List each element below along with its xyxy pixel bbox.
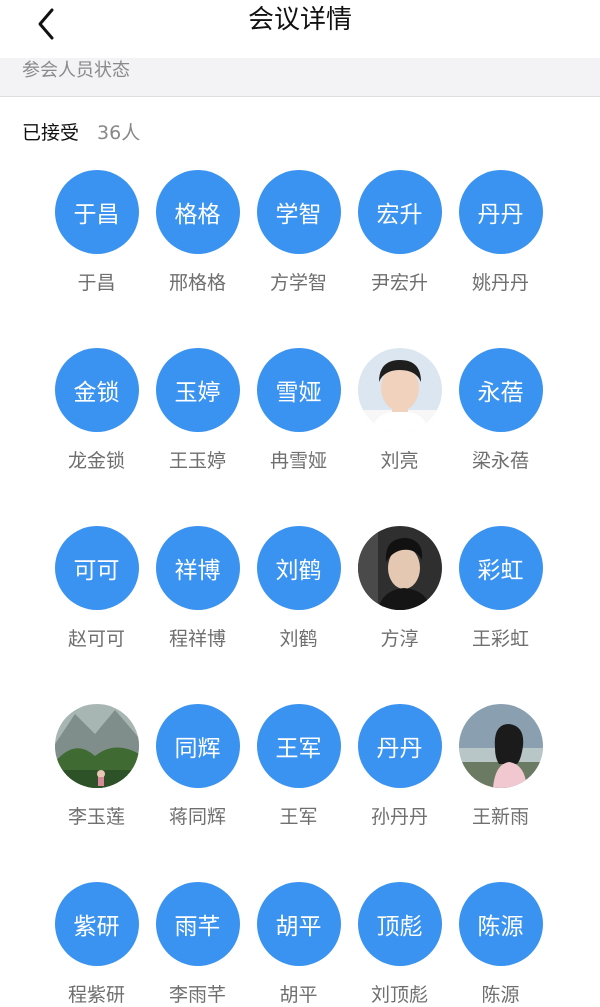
accepted-label: 已接受 bbox=[22, 122, 80, 144]
member-item[interactable]: 顶彪 刘顶彪 bbox=[349, 882, 450, 1007]
section-header: 参会人员状态 bbox=[0, 58, 600, 97]
member-name: 姚丹丹 bbox=[471, 272, 529, 294]
member-name: 龙金锁 bbox=[67, 450, 125, 472]
accepted-count: 36人 bbox=[97, 122, 141, 144]
member-item[interactable]: 同辉 蒋同辉 bbox=[147, 704, 248, 829]
member-name: 王彩虹 bbox=[471, 628, 529, 650]
avatar bbox=[357, 348, 442, 432]
member-item[interactable]: 于昌 于昌 bbox=[46, 170, 147, 295]
member-name: 孙丹丹 bbox=[370, 806, 428, 828]
member-name: 方学智 bbox=[269, 272, 327, 294]
member-item[interactable]: 宏升 尹宏升 bbox=[349, 170, 450, 295]
member-name: 于昌 bbox=[77, 272, 116, 294]
member-item[interactable]: 金锁 龙金锁 bbox=[46, 348, 147, 473]
member-item[interactable]: 刘亮 bbox=[349, 348, 450, 473]
avatar: 于昌 bbox=[54, 170, 139, 254]
avatar: 彩虹 bbox=[458, 526, 543, 610]
member-item[interactable]: 祥博 程祥博 bbox=[147, 526, 248, 651]
member-name: 程紫研 bbox=[67, 984, 125, 1006]
member-name: 冉雪娅 bbox=[269, 450, 327, 472]
header-bar: 会议详情 bbox=[0, 0, 600, 59]
avatar: 紫研 bbox=[54, 882, 139, 966]
member-item[interactable]: 胡平 胡平 bbox=[248, 882, 349, 1007]
avatar: 永蓓 bbox=[458, 348, 543, 432]
avatar: 同辉 bbox=[155, 704, 240, 788]
page-title: 会议详情 bbox=[247, 5, 352, 35]
member-name: 王玉婷 bbox=[168, 450, 226, 472]
member-name: 刘顶彪 bbox=[370, 984, 428, 1006]
member-item[interactable]: 学智 方学智 bbox=[248, 170, 349, 295]
avatar: 格格 bbox=[155, 170, 240, 254]
avatar: 丹丹 bbox=[458, 170, 543, 254]
member-name: 蒋同辉 bbox=[168, 806, 226, 828]
accepted-status-row: 已接受 36人 bbox=[22, 118, 140, 144]
avatar: 宏升 bbox=[357, 170, 442, 254]
avatar: 陈源 bbox=[458, 882, 543, 966]
member-item[interactable]: 玉婷 王玉婷 bbox=[147, 348, 248, 473]
member-name: 方淳 bbox=[380, 628, 419, 650]
member-item[interactable]: 丹丹 孙丹丹 bbox=[349, 704, 450, 829]
member-item[interactable]: 王新雨 bbox=[450, 704, 551, 829]
avatar: 学智 bbox=[256, 170, 341, 254]
member-name: 王军 bbox=[279, 806, 318, 828]
member-name: 刘亮 bbox=[380, 450, 419, 472]
member-name: 李雨芊 bbox=[168, 984, 226, 1006]
avatar: 玉婷 bbox=[155, 348, 240, 432]
member-item[interactable]: 雪娅 冉雪娅 bbox=[248, 348, 349, 473]
member-name: 梁永蓓 bbox=[471, 450, 529, 472]
avatar: 祥博 bbox=[155, 526, 240, 610]
avatar: 雨芊 bbox=[155, 882, 240, 966]
member-item[interactable]: 刘鹤 刘鹤 bbox=[248, 526, 349, 651]
avatar: 丹丹 bbox=[357, 704, 442, 788]
member-grid: 于昌 于昌 格格 邢格格 学智 方学智 宏升 尹宏升 丹丹 姚丹丹 金锁 龙金锁 玉婷 王玉婷 雪娅 冉雪娅刘… bbox=[46, 170, 552, 1007]
avatar: 胡平 bbox=[256, 882, 341, 966]
member-item[interactable]: 王军 王军 bbox=[248, 704, 349, 829]
member-item[interactable]: 彩虹 王彩虹 bbox=[450, 526, 551, 651]
member-name: 赵可可 bbox=[67, 628, 125, 650]
member-name: 李玉莲 bbox=[67, 806, 125, 828]
avatar bbox=[357, 526, 442, 610]
member-name: 尹宏升 bbox=[370, 272, 428, 294]
member-name: 程祥博 bbox=[168, 628, 226, 650]
avatar: 王军 bbox=[256, 704, 341, 788]
member-item[interactable]: 丹丹 姚丹丹 bbox=[450, 170, 551, 295]
avatar bbox=[54, 704, 139, 788]
member-name: 胡平 bbox=[279, 984, 318, 1006]
member-item[interactable]: 可可 赵可可 bbox=[46, 526, 147, 651]
member-item[interactable]: 雨芊 李雨芊 bbox=[147, 882, 248, 1007]
member-item[interactable]: 李玉莲 bbox=[46, 704, 147, 829]
member-name: 邢格格 bbox=[168, 272, 226, 294]
avatar bbox=[458, 704, 543, 788]
member-item[interactable]: 格格 邢格格 bbox=[147, 170, 248, 295]
member-item[interactable]: 陈源 陈源 bbox=[450, 882, 551, 1007]
member-name: 王新雨 bbox=[471, 806, 529, 828]
member-item[interactable]: 永蓓 梁永蓓 bbox=[450, 348, 551, 473]
member-name: 陈源 bbox=[481, 984, 520, 1006]
avatar: 刘鹤 bbox=[256, 526, 341, 610]
member-item[interactable]: 方淳 bbox=[349, 526, 450, 651]
avatar: 雪娅 bbox=[256, 348, 341, 432]
avatar: 顶彪 bbox=[357, 882, 442, 966]
avatar: 金锁 bbox=[54, 348, 139, 432]
avatar: 可可 bbox=[54, 526, 139, 610]
section-title: 参会人员状态 bbox=[22, 60, 130, 81]
member-name: 刘鹤 bbox=[279, 628, 318, 650]
member-item[interactable]: 紫研 程紫研 bbox=[46, 882, 147, 1007]
